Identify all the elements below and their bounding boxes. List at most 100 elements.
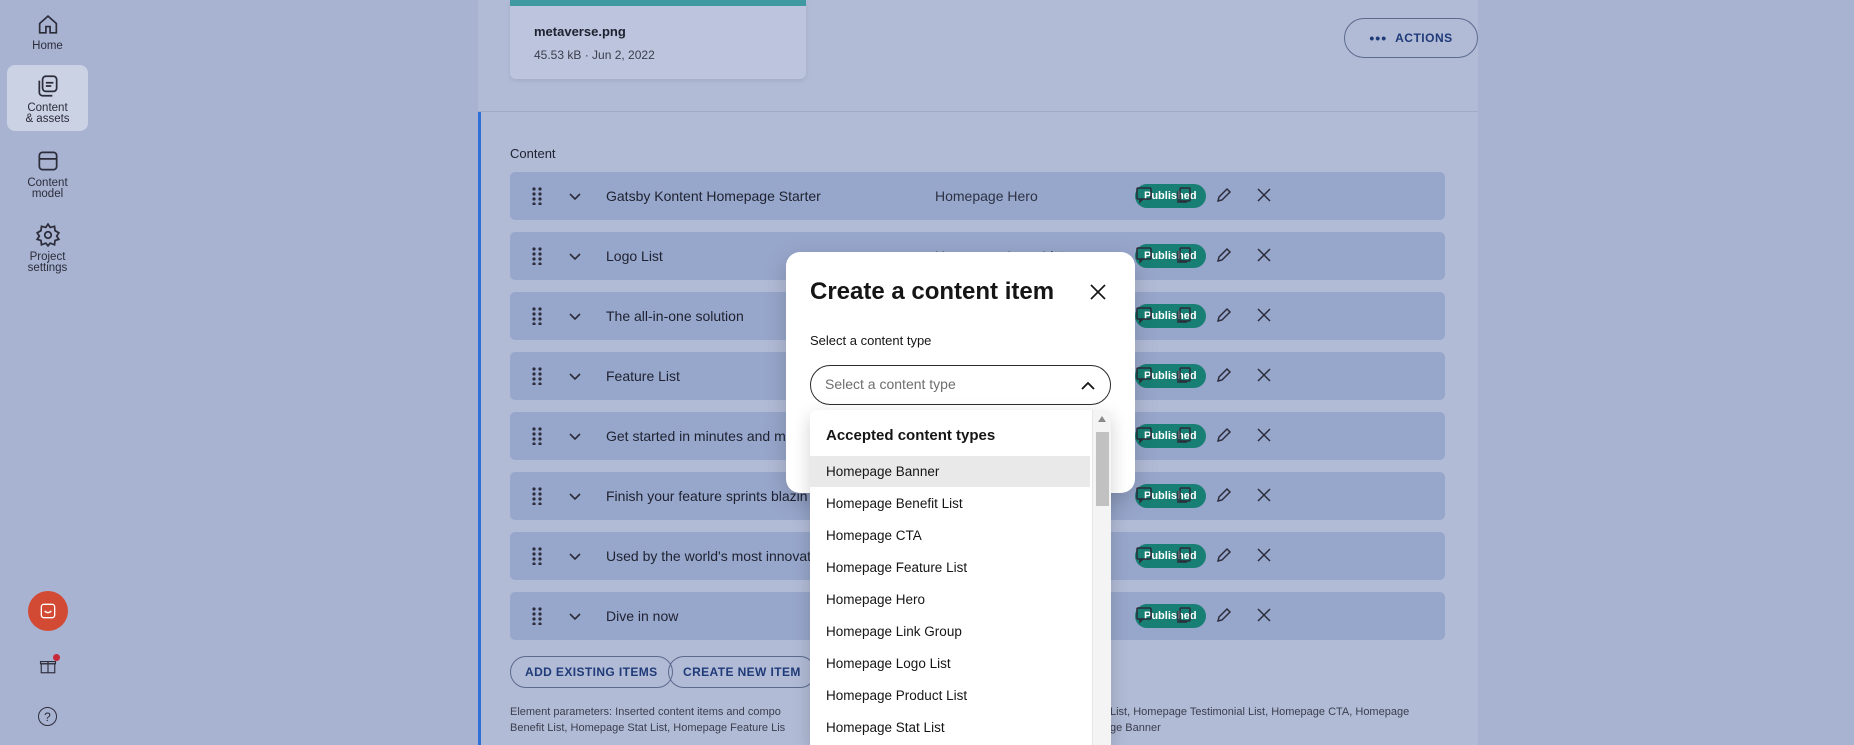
chevron-up-icon[interactable]: [1080, 378, 1096, 394]
gear-icon: [35, 222, 60, 248]
comment-icon[interactable]: [1135, 486, 1155, 506]
asset-name: metaverse.png: [534, 24, 626, 39]
chevron-down-icon[interactable]: [568, 429, 582, 443]
edit-icon[interactable]: [1215, 186, 1235, 206]
nav-content-assets[interactable]: Content & assets: [7, 65, 88, 131]
comment-icon[interactable]: [1135, 426, 1155, 446]
edit-icon[interactable]: [1215, 246, 1235, 266]
comment-icon[interactable]: [1135, 546, 1155, 566]
drag-handle-icon[interactable]: [532, 367, 542, 386]
content-model-icon: [37, 151, 58, 171]
content-item-title: The all-in-one solution: [606, 308, 744, 324]
duplicate-icon[interactable]: [1175, 366, 1195, 386]
nav-home-label: Home: [32, 40, 63, 52]
chevron-down-icon[interactable]: [568, 309, 582, 323]
scroll-up-arrow[interactable]: [1098, 416, 1106, 422]
content-assets-icon: [37, 75, 58, 97]
create-new-item-button[interactable]: CREATE NEW ITEM: [668, 656, 816, 688]
scroll-thumb[interactable]: [1096, 432, 1109, 506]
dropdown-option[interactable]: Homepage Banner: [810, 456, 1090, 487]
drag-handle-icon[interactable]: [532, 307, 542, 326]
nav-content-model[interactable]: Content model: [7, 140, 88, 200]
edit-icon[interactable]: [1215, 426, 1235, 446]
dropdown-option[interactable]: Homepage Logo List: [810, 648, 1090, 679]
dropdown-option[interactable]: Homepage Feature List: [810, 552, 1090, 583]
duplicate-icon[interactable]: [1175, 246, 1195, 266]
params-right-line2: ge Banner: [1110, 722, 1161, 734]
chevron-down-icon[interactable]: [568, 249, 582, 263]
edit-icon[interactable]: [1215, 486, 1235, 506]
dropdown-option[interactable]: Homepage CTA: [810, 520, 1090, 551]
nav-project-settings[interactable]: Project settings: [7, 214, 88, 274]
comment-icon[interactable]: [1135, 606, 1155, 626]
dropdown-option[interactable]: Homepage Product List: [810, 680, 1090, 711]
comment-icon[interactable]: [1135, 306, 1155, 326]
modal-title: Create a content item: [810, 278, 1055, 305]
duplicate-icon[interactable]: [1175, 486, 1195, 506]
remove-icon[interactable]: [1255, 606, 1275, 626]
duplicate-icon[interactable]: [1175, 186, 1195, 206]
dropdown-scrollbar[interactable]: [1092, 410, 1111, 745]
remove-icon[interactable]: [1255, 246, 1275, 266]
edit-icon[interactable]: [1215, 606, 1235, 626]
comment-icon[interactable]: [1135, 186, 1155, 206]
nav-content-model-label-2: model: [31, 188, 64, 200]
remove-icon[interactable]: [1255, 366, 1275, 386]
dropdown-option[interactable]: Homepage Hero: [810, 584, 1090, 615]
comment-icon[interactable]: [1135, 366, 1155, 386]
whats-new-button[interactable]: [39, 654, 60, 675]
remove-icon[interactable]: [1255, 186, 1275, 206]
edit-icon[interactable]: [1215, 366, 1235, 386]
dropdown-option[interactable]: Homepage Stat List: [810, 712, 1090, 743]
content-item-title: Feature List: [606, 368, 680, 384]
question-icon: ?: [44, 709, 51, 724]
chat-button[interactable]: [28, 591, 68, 631]
drag-handle-icon[interactable]: [532, 607, 542, 626]
duplicate-icon[interactable]: [1175, 426, 1195, 446]
chevron-down-icon[interactable]: [568, 609, 582, 623]
nav-content-assets-label-2: & assets: [25, 113, 70, 125]
edit-icon[interactable]: [1215, 306, 1235, 326]
content-item-title: Finish your feature sprints blazin: [606, 488, 808, 504]
nav-home[interactable]: Home: [7, 4, 88, 52]
chevron-down-icon[interactable]: [568, 489, 582, 503]
duplicate-icon[interactable]: [1175, 606, 1195, 626]
close-icon: [1090, 284, 1106, 300]
edit-icon[interactable]: [1215, 546, 1235, 566]
drag-handle-icon[interactable]: [532, 487, 542, 506]
drag-handle-icon[interactable]: [532, 247, 542, 266]
asset-card[interactable]: metaverse.png 45.53 kB · Jun 2, 2022: [510, 0, 806, 79]
params-right-line1: List, Homepage Testimonial List, Homepag…: [1110, 706, 1410, 718]
remove-icon[interactable]: [1255, 306, 1275, 326]
asset-meta: 45.53 kB · Jun 2, 2022: [534, 48, 655, 62]
content-type-label: Select a content type: [810, 333, 932, 348]
duplicate-icon[interactable]: [1175, 546, 1195, 566]
nav-project-settings-label-2: settings: [27, 262, 68, 274]
remove-icon[interactable]: [1255, 486, 1275, 506]
dropdown-option[interactable]: Homepage Link Group: [810, 616, 1090, 647]
drag-handle-icon[interactable]: [532, 187, 542, 206]
help-button[interactable]: ?: [38, 707, 57, 726]
drag-handle-icon[interactable]: [532, 427, 542, 446]
duplicate-icon[interactable]: [1175, 306, 1195, 326]
remove-icon[interactable]: [1255, 426, 1275, 446]
comment-icon[interactable]: [1135, 246, 1155, 266]
home-icon: [38, 15, 57, 34]
content-item-title: Dive in now: [606, 608, 679, 624]
dropdown-option[interactable]: Homepage Benefit List: [810, 488, 1090, 519]
content-item-row[interactable]: Gatsby Kontent Homepage Starter Homepage …: [510, 172, 1445, 220]
chevron-down-icon[interactable]: [568, 189, 582, 203]
modal-close-button[interactable]: [1088, 282, 1110, 304]
content-item-title: Get started in minutes and m: [606, 428, 786, 444]
add-existing-items-button[interactable]: ADD EXISTING ITEMS: [510, 656, 673, 688]
content-type-input[interactable]: [825, 376, 1065, 392]
content-item-title: Used by the world's most innovati: [606, 548, 815, 564]
chevron-down-icon[interactable]: [568, 549, 582, 563]
actions-button[interactable]: ••• ACTIONS: [1344, 18, 1478, 58]
content-type-select[interactable]: [810, 365, 1111, 405]
remove-icon[interactable]: [1255, 546, 1275, 566]
drag-handle-icon[interactable]: [532, 547, 542, 566]
more-icon: •••: [1369, 30, 1388, 46]
chevron-down-icon[interactable]: [568, 369, 582, 383]
actions-label: ACTIONS: [1395, 31, 1453, 45]
